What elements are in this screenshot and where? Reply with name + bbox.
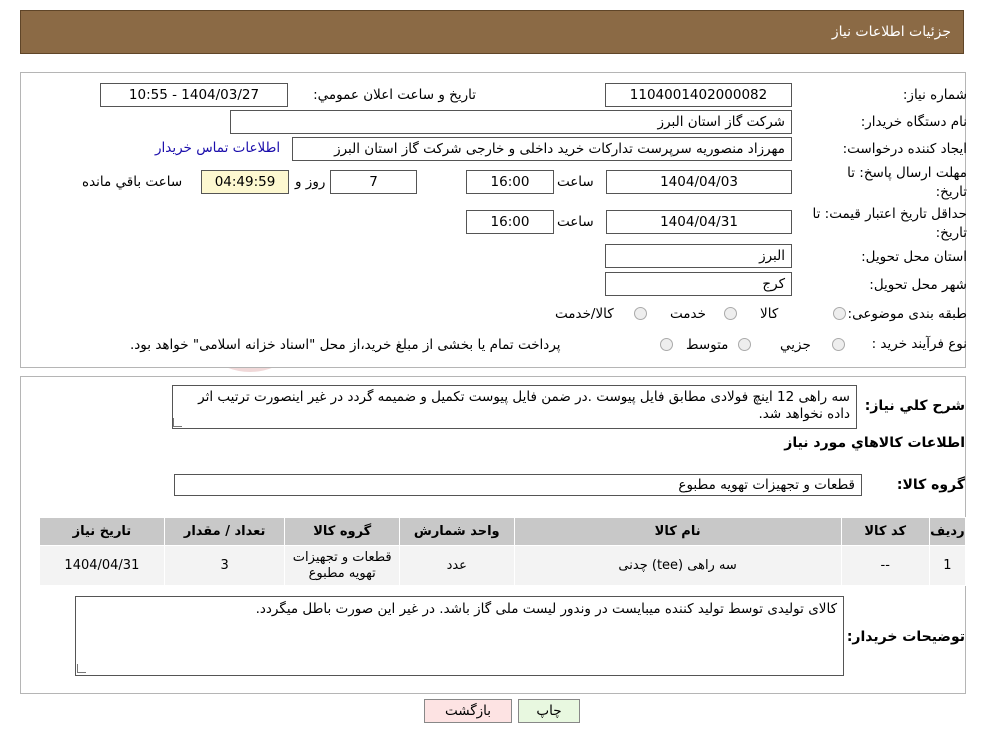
back-button[interactable]: بازگشت [424, 699, 512, 723]
announce-field: 1404/03/27 - 10:55 [100, 83, 288, 107]
cell-date: 1404/04/31 [39, 545, 165, 586]
summary-textarea: سه راهی 12 اینچ فولادی مطابق فایل پیوست … [172, 385, 857, 429]
category-label: طبقه بندی موضوعی: [847, 306, 967, 322]
price-time-label: ساعت [557, 214, 594, 230]
col-name: نام کالا [513, 517, 842, 546]
col-qty: تعداد / مقدار [163, 517, 286, 546]
col-row: رديف [928, 517, 967, 546]
remaining-time-field: 04:49:59 [201, 170, 289, 194]
items-table-wrap: رديف کد کالا نام کالا واحد شمارش گروه کا… [38, 517, 967, 586]
table-row: 1 -- سه راهی (tee) چدنی عدد قطعات و تجهی… [39, 545, 967, 586]
province-label: استان محل تحويل: [861, 249, 967, 265]
process-option-medium: متوسط [686, 337, 729, 353]
process-radio-minor[interactable] [832, 338, 845, 351]
cell-unit: عدد [398, 545, 515, 586]
creator-label: ايجاد کننده درخواست: [842, 141, 967, 157]
reply-time-label: ساعت [557, 174, 594, 190]
price-time-field: 16:00 [466, 210, 554, 234]
cell-row: 1 [928, 545, 967, 586]
days-field: 7 [330, 170, 417, 194]
summary-label: شرح كلي نياز: [864, 398, 965, 414]
reply-time-field: 16:00 [466, 170, 554, 194]
reply-deadline-label: مهلت ارسال پاسخ: تا تاريخ: [847, 165, 967, 200]
category-radio-service[interactable] [724, 307, 737, 320]
cell-code: -- [840, 545, 930, 586]
buyer-org-field: شرکت گاز استان البرز [230, 110, 792, 134]
col-group: گروه کالا [284, 517, 400, 546]
table-header-row: رديف کد کالا نام کالا واحد شمارش گروه کا… [39, 517, 967, 546]
category-option-goods: کالا [760, 306, 779, 322]
cell-group: قطعات و تجهیزات تهویه مطبوع [284, 545, 400, 586]
print-button[interactable]: چاپ [518, 699, 580, 723]
category-radio-goods-service[interactable] [634, 307, 647, 320]
category-radio-goods[interactable] [833, 307, 846, 320]
page-title: جزئیات اطلاعات نیاز [831, 24, 951, 40]
buyer-notes-label: توضيحات خريدار: [846, 629, 965, 645]
goods-group-field: قطعات و تجهیزات تهویه مطبوع [174, 474, 862, 496]
resize-handle-icon[interactable] [77, 664, 86, 673]
city-field: کرج [605, 272, 792, 296]
price-date-field: 1404/04/31 [606, 210, 792, 234]
remaining-label: ساعت باقي مانده [82, 174, 183, 190]
process-label: نوع فرآيند خريد : [871, 336, 967, 352]
price-validity-label: حداقل تاريخ اعتبار قيمت: تا تاريخ: [812, 206, 967, 241]
need-number-label: شماره نیاز: [902, 87, 967, 103]
category-option-goods-service: کالا/خدمت [555, 306, 614, 322]
resize-handle-icon[interactable] [173, 418, 182, 427]
buyer-notes-text: کالای تولیدی توسط تولید کننده میبایست در… [255, 601, 837, 617]
goods-group-label: گروه کالا: [896, 477, 965, 493]
need-number-field: 1104001402000082 [605, 83, 792, 107]
summary-text: سه راهی 12 اینچ فولادی مطابق فایل پیوست … [198, 389, 850, 422]
process-option-minor: جزيي [780, 337, 811, 353]
city-label: شهر محل تحويل: [869, 277, 967, 293]
cell-name: سه راهی (tee) چدنی [513, 545, 842, 586]
process-note: پرداخت تمام یا بخشی از مبلغ خرید،از محل … [130, 337, 561, 353]
announce-label: تاریخ و ساعت اعلان عمومي: [313, 87, 476, 103]
col-unit: واحد شمارش [398, 517, 515, 546]
items-table: رديف کد کالا نام کالا واحد شمارش گروه کا… [39, 517, 967, 586]
page-header: جزئیات اطلاعات نیاز [20, 10, 964, 54]
process-radio-treasury[interactable] [660, 338, 673, 351]
reply-date-field: 1404/04/03 [606, 170, 792, 194]
province-field: البرز [605, 244, 792, 268]
col-code: کد کالا [840, 517, 930, 546]
creator-field: مهرزاد منصوریه سرپرست تدارکات خرید داخلی… [292, 137, 792, 161]
buyer-org-label: نام دستگاه خريدار: [860, 114, 967, 130]
goods-section-title: اطلاعات کالاهاي مورد نياز [784, 435, 965, 451]
buyer-notes-textarea: کالای تولیدی توسط تولید کننده میبایست در… [75, 596, 844, 676]
days-label: روز و [295, 174, 326, 190]
buyer-contact-link[interactable]: اطلاعات تماس خريدار [155, 140, 280, 156]
process-radio-medium[interactable] [738, 338, 751, 351]
col-date: تاريخ نياز [39, 517, 165, 546]
category-option-service: خدمت [670, 306, 706, 322]
cell-qty: 3 [163, 545, 286, 586]
